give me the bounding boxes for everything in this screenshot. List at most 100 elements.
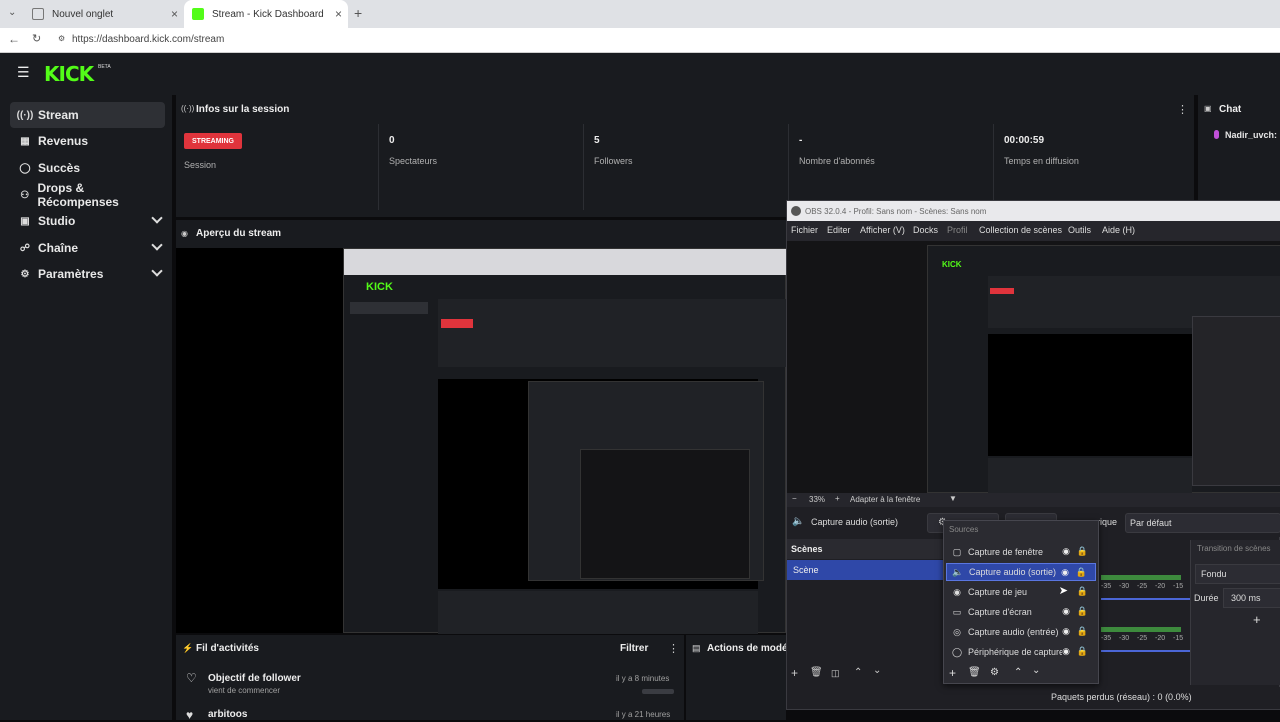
url-text[interactable]: https://dashboard.kick.com/stream bbox=[72, 34, 224, 45]
menu-outils[interactable]: Outils bbox=[1068, 225, 1091, 235]
source-item-ecran[interactable]: ▭ Capture d'écran ◉ 🔒 bbox=[946, 603, 1096, 621]
sources-dock: Sources ▢ Capture de fenêtre ◉ 🔒 🔈 Captu… bbox=[943, 520, 1099, 684]
kebab-menu-icon[interactable]: ⋮ bbox=[668, 642, 679, 655]
gear-icon[interactable]: ⚙ bbox=[990, 667, 999, 678]
source-item-audio-entree[interactable]: ◎ Capture audio (entrée) ◉ 🔒 bbox=[946, 623, 1096, 641]
add-scene-icon[interactable]: + bbox=[791, 666, 798, 680]
mode-select[interactable]: Par défaut bbox=[1125, 513, 1280, 533]
eye-icon[interactable]: ◉ bbox=[1062, 546, 1070, 557]
reload-icon[interactable]: ↻ bbox=[32, 32, 41, 45]
obs-title: OBS 32.0.4 - Profil: Sans nom - Scènes: … bbox=[805, 206, 987, 216]
obs-status-bar: Paquets perdus (réseau) : 0 (0.0%) bbox=[787, 687, 1280, 709]
mouse-cursor-icon: ➤ bbox=[1058, 585, 1068, 597]
obs-preview-canvas[interactable]: KICK bbox=[787, 241, 1280, 494]
stat-value-spectateurs: 0 bbox=[389, 135, 395, 146]
move-down-icon[interactable]: ⌄ bbox=[1032, 665, 1040, 676]
sidebar-item-succes[interactable]: ◯ Succès bbox=[10, 155, 165, 181]
lock-icon[interactable]: 🔒 bbox=[1077, 626, 1088, 637]
close-tab-icon[interactable]: × bbox=[171, 7, 178, 21]
volume-slider[interactable] bbox=[1101, 650, 1191, 652]
back-arrow-icon[interactable]: ← bbox=[8, 32, 20, 46]
gamepad-icon: ◉ bbox=[953, 586, 961, 597]
context-audio-label: Capture audio (sortie) bbox=[811, 517, 899, 527]
add-source-icon[interactable]: + bbox=[949, 666, 956, 680]
sidebar-item-drops[interactable]: ⚇ Drops & Récompenses bbox=[10, 181, 165, 209]
meter-tick: -35 bbox=[1101, 583, 1112, 590]
divider bbox=[378, 124, 379, 210]
sidebar-item-revenus[interactable]: ▦ Revenus bbox=[10, 128, 165, 154]
move-down-icon[interactable]: ⌄ bbox=[873, 665, 881, 676]
stat-label-followers: Followers bbox=[594, 156, 633, 166]
divider bbox=[993, 124, 994, 200]
hamburger-menu-icon[interactable]: ☰ bbox=[17, 64, 30, 81]
address-bar: ← ↻ ⚙ https://dashboard.kick.com/stream bbox=[0, 28, 1280, 53]
menu-profil[interactable]: Profil bbox=[947, 225, 968, 235]
trash-icon[interactable]: 🗑 bbox=[810, 667, 823, 678]
transitions-dock: Transition de scènes Fondu Durée 300 ms … bbox=[1190, 540, 1280, 685]
lock-icon[interactable]: 🔒 bbox=[1077, 546, 1088, 557]
capture-activity bbox=[988, 458, 1192, 494]
tab-list-chevron-icon[interactable]: ⌄ bbox=[8, 7, 16, 18]
menu-editer[interactable]: Editer bbox=[827, 225, 851, 235]
new-tab-plus-icon[interactable]: + bbox=[354, 5, 362, 21]
revenue-icon: ▦ bbox=[20, 135, 30, 147]
obs-menubar: Fichier Editer Afficher (V) Docks Profil… bbox=[787, 221, 1280, 241]
fit-window-label[interactable]: Adapter à la fenêtre bbox=[850, 495, 920, 504]
progress-track bbox=[642, 689, 674, 694]
dropdown-arrow-icon[interactable]: ▼ bbox=[949, 494, 957, 503]
menu-afficher[interactable]: Afficher (V) bbox=[860, 225, 905, 235]
add-transition-icon[interactable]: + bbox=[1253, 612, 1261, 627]
chat-bubble-icon: ▣ bbox=[1204, 104, 1212, 113]
trophy-icon: ◯ bbox=[19, 162, 31, 174]
stat-value-followers: 5 bbox=[594, 135, 600, 146]
site-info-icon[interactable]: ⚙ bbox=[58, 34, 65, 43]
sidebar-item-chaine[interactable]: ☍ Chaîne bbox=[10, 235, 165, 261]
sidebar-item-studio[interactable]: ▣ Studio bbox=[10, 208, 165, 234]
tab-new-tab[interactable]: Nouvel onglet × bbox=[24, 0, 184, 28]
lock-icon[interactable]: 🔒 bbox=[1076, 567, 1087, 578]
transition-select[interactable]: Fondu bbox=[1195, 564, 1280, 584]
sidebar-item-stream[interactable]: ((·)) Stream bbox=[10, 102, 165, 128]
scenes-dock: Scènes Scène + 🗑 ◫ ⌃ ⌄ bbox=[787, 539, 945, 687]
zoom-in-button[interactable]: + bbox=[835, 494, 840, 503]
menu-docks[interactable]: Docks bbox=[913, 225, 938, 235]
close-tab-icon[interactable]: × bbox=[335, 7, 342, 21]
volume-slider[interactable] bbox=[1101, 598, 1191, 600]
sidebar-item-label: Stream bbox=[38, 108, 79, 122]
trash-icon[interactable]: 🗑 bbox=[968, 667, 981, 678]
lock-icon[interactable]: 🔒 bbox=[1077, 586, 1088, 597]
kick-logo[interactable]: KICK bbox=[44, 62, 94, 86]
menu-aide[interactable]: Aide (H) bbox=[1102, 225, 1135, 235]
source-item-peripherique[interactable]: ◯ Périphérique de capture ◉ 🔒 bbox=[946, 643, 1096, 661]
menu-collection[interactable]: Collection de scènes bbox=[979, 225, 1062, 235]
chat-username[interactable]: Nadir_uvch: bbox=[1225, 130, 1277, 140]
source-item-jeu[interactable]: ◉ Capture de jeu ➤ 🔒 bbox=[946, 583, 1096, 601]
nested-preview-inner2 bbox=[580, 449, 750, 579]
source-item-fenetre[interactable]: ▢ Capture de fenêtre ◉ 🔒 bbox=[946, 543, 1096, 561]
meter-tick: -20 bbox=[1155, 635, 1166, 642]
browser-tab-strip: ⌄ Nouvel onglet × Stream - Kick Dashboar… bbox=[0, 0, 1280, 28]
move-up-icon[interactable]: ⌃ bbox=[1014, 667, 1022, 678]
source-item-audio-sortie[interactable]: 🔈 Capture audio (sortie) ◉ 🔒 bbox=[946, 563, 1096, 581]
lock-icon[interactable]: 🔒 bbox=[1077, 606, 1088, 617]
eye-icon[interactable]: ◉ bbox=[1062, 606, 1070, 617]
eye-icon[interactable]: ◉ bbox=[1061, 567, 1069, 578]
chevron-down-icon[interactable] bbox=[151, 265, 163, 277]
filter-button[interactable]: Filtrer bbox=[620, 643, 648, 654]
menu-fichier[interactable]: Fichier bbox=[791, 225, 818, 235]
chevron-down-icon[interactable] bbox=[151, 239, 163, 251]
broadcast-icon: ((·)) bbox=[16, 109, 34, 121]
filter-icon[interactable]: ◫ bbox=[831, 668, 840, 679]
lock-icon[interactable]: 🔒 bbox=[1077, 646, 1088, 657]
meter-tick: -25 bbox=[1137, 583, 1148, 590]
obs-canvas-capture: KICK bbox=[927, 245, 1280, 494]
eye-icon[interactable]: ◉ bbox=[1062, 646, 1070, 657]
move-up-icon[interactable]: ⌃ bbox=[854, 667, 862, 678]
sidebar-item-parametres[interactable]: ⚙ Paramètres bbox=[10, 261, 165, 287]
zoom-out-button[interactable]: − bbox=[792, 494, 797, 503]
chevron-down-icon[interactable] bbox=[151, 212, 163, 224]
tab-kick-dashboard[interactable]: Stream - Kick Dashboard × bbox=[184, 0, 348, 28]
eye-icon[interactable]: ◉ bbox=[1062, 626, 1070, 637]
duration-input[interactable]: 300 ms bbox=[1223, 588, 1280, 608]
kebab-menu-icon[interactable]: ⋮ bbox=[1177, 103, 1188, 116]
